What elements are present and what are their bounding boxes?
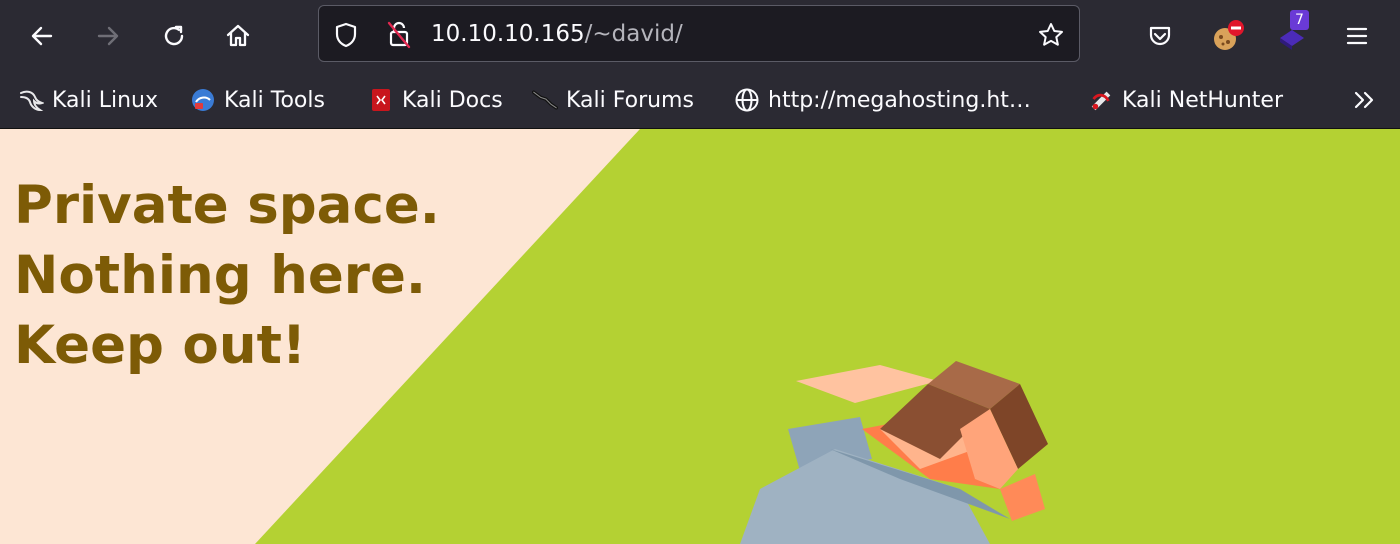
heading-line: Private space. <box>14 175 440 236</box>
reload-button[interactable] <box>154 16 194 56</box>
bookmark-label: Kali Forums <box>566 87 694 113</box>
extension-badge: 7 <box>1290 10 1309 30</box>
bookmark-kali-forums[interactable]: Kali Forums <box>532 84 694 116</box>
app-menu-button[interactable] <box>1337 16 1377 56</box>
pocket-icon <box>1149 26 1171 46</box>
bookmark-star-icon[interactable] <box>1037 21 1065 49</box>
extension-cookie-icon <box>1214 20 1244 50</box>
bookmark-label: Kali NetHunter <box>1122 87 1283 113</box>
page-heading: Private space. Nothing here. Keep out! <box>14 171 440 381</box>
kali-forums-icon <box>532 87 558 113</box>
url-path: /~david/ <box>584 21 683 47</box>
bookmark-kali-tools[interactable]: Kali Tools <box>190 84 325 116</box>
arrow-right-icon <box>97 26 119 46</box>
arrow-left-icon <box>31 26 53 46</box>
globe-icon <box>734 87 760 113</box>
bookmark-kali-nethunter[interactable]: Kali NetHunter <box>1088 84 1283 116</box>
reload-icon <box>164 25 184 46</box>
chevron-double-right-icon <box>1354 91 1374 109</box>
pocket-button[interactable] <box>1140 16 1180 56</box>
heading-line: Keep out! <box>14 315 307 376</box>
url-host: 10.10.10.165 <box>431 21 585 47</box>
forward-button[interactable] <box>88 16 128 56</box>
bookmarks-overflow-button[interactable] <box>1344 80 1384 120</box>
home-icon <box>226 24 250 47</box>
kali-tools-icon <box>190 87 216 113</box>
ublock-extension-button[interactable] <box>1208 16 1248 56</box>
url-text[interactable]: 10.10.10.165/~david/ <box>431 20 683 48</box>
bookmarks-toolbar: Kali Linux Kali Tools Kali Docs Kali For… <box>0 74 1400 129</box>
back-button[interactable] <box>22 16 62 56</box>
shield-icon <box>335 22 357 48</box>
extension-badge-button[interactable]: 7 <box>1274 10 1314 56</box>
home-button[interactable] <box>218 16 258 56</box>
hamburger-menu-icon <box>1346 27 1368 45</box>
heading-line: Nothing here. <box>14 245 427 306</box>
bookmark-label: http://megahosting.ht… <box>768 87 1031 113</box>
browser-toolbar: 10.10.10.165/~david/ 7 <box>0 0 1400 74</box>
kali-nethunter-icon <box>1088 87 1114 113</box>
kali-dragon-icon <box>18 87 44 113</box>
insecure-lock-icon <box>387 21 411 49</box>
url-bar[interactable]: 10.10.10.165/~david/ <box>318 5 1080 62</box>
bookmark-label: Kali Linux <box>52 87 159 113</box>
page-content: Private space. Nothing here. Keep out! <box>0 129 1400 544</box>
bookmark-label: Kali Docs <box>402 87 503 113</box>
bookmark-label: Kali Tools <box>224 87 325 113</box>
bookmark-kali-docs[interactable]: Kali Docs <box>368 84 503 116</box>
kali-docs-icon <box>368 87 394 113</box>
bookmark-kali-linux[interactable]: Kali Linux <box>18 84 158 116</box>
bookmark-megahosting[interactable]: http://megahosting.ht… <box>734 84 1031 116</box>
